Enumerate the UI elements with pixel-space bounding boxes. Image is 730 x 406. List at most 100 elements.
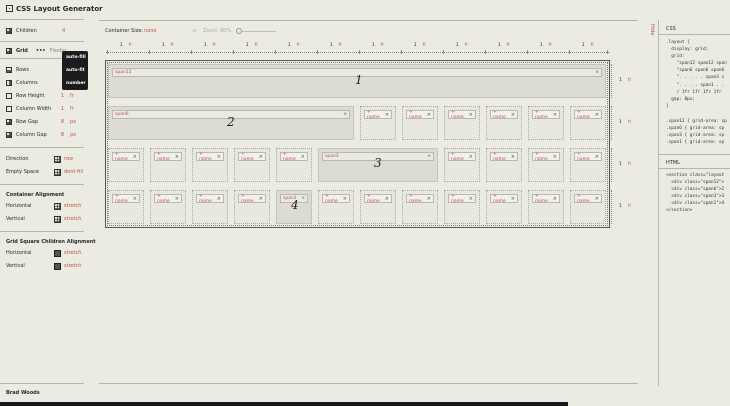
grid-cell[interactable]: + name ×: [108, 190, 144, 224]
add-name-button[interactable]: + name ×: [364, 194, 392, 204]
add-name-label[interactable]: + name: [241, 194, 259, 204]
add-name-label[interactable]: + name: [577, 194, 595, 204]
close-icon[interactable]: ×: [595, 154, 599, 160]
close-icon[interactable]: ×: [427, 154, 431, 159]
grid-item-name[interactable]: span6: [115, 112, 129, 117]
close-icon[interactable]: ×: [385, 112, 389, 118]
add-name-label[interactable]: + name: [493, 110, 511, 120]
row-size-unit[interactable]: fr: [628, 204, 631, 209]
grid-cell[interactable]: + name ×: [318, 190, 354, 224]
grid-cell[interactable]: + name ×: [528, 148, 564, 182]
column-size-unit[interactable]: fr: [507, 43, 510, 48]
row-height-value[interactable]: 1: [56, 93, 64, 99]
close-icon[interactable]: ×: [133, 154, 137, 160]
add-name-label[interactable]: + name: [367, 194, 385, 204]
children-vertical-control[interactable]: Vertical stretch: [6, 261, 84, 271]
column-width-value[interactable]: 1: [56, 106, 64, 112]
add-name-button[interactable]: + name ×: [196, 194, 224, 204]
grid-cell[interactable]: + name ×: [444, 190, 480, 224]
column-header-5[interactable]: 1 fr: [273, 43, 315, 48]
grid-cell[interactable]: + name ×: [570, 148, 606, 182]
add-name-button[interactable]: + name ×: [322, 194, 350, 204]
tab-grid[interactable]: Grid: [16, 48, 28, 54]
add-name-button[interactable]: + name ×: [490, 194, 518, 204]
add-name-label[interactable]: + name: [577, 152, 595, 162]
close-icon[interactable]: ×: [427, 112, 431, 118]
add-name-button[interactable]: + name ×: [238, 194, 266, 204]
empty-space-control[interactable]: Empty Space dont-fill: [6, 167, 84, 177]
children-control[interactable]: Children 4: [6, 27, 65, 35]
column-size-value[interactable]: 1: [414, 43, 417, 48]
column-size-value[interactable]: 1: [162, 43, 165, 48]
add-name-label[interactable]: + name: [199, 194, 217, 204]
children-value[interactable]: 4: [62, 28, 65, 34]
close-icon[interactable]: ×: [343, 196, 347, 202]
add-name-button[interactable]: + name ×: [196, 152, 224, 162]
grid-cell[interactable]: + name ×: [528, 106, 564, 140]
column-size-value[interactable]: 1: [288, 43, 291, 48]
column-header-12[interactable]: 1 fr: [567, 43, 609, 48]
grid-item-name[interactable]: span3: [325, 154, 339, 159]
column-header-1[interactable]: 1 fr: [105, 43, 147, 48]
close-icon[interactable]: ×: [301, 154, 305, 160]
hide-panel-button[interactable]: Hide: [649, 24, 655, 35]
direction-control[interactable]: Direction row: [6, 154, 84, 164]
grid-cell[interactable]: + name ×: [192, 148, 228, 182]
row-size-value[interactable]: 1: [619, 78, 622, 83]
add-name-label[interactable]: + name: [115, 194, 133, 204]
column-size-unit[interactable]: fr: [129, 43, 132, 48]
author-name[interactable]: Brad Woods: [6, 390, 40, 396]
column-width-unit[interactable]: fr: [70, 106, 74, 112]
close-icon[interactable]: ×: [175, 196, 179, 202]
grid-cell[interactable]: + name ×: [276, 148, 312, 182]
close-icon[interactable]: ×: [343, 112, 347, 117]
close-icon[interactable]: ×: [133, 196, 137, 202]
children-vertical-value[interactable]: stretch: [64, 263, 81, 269]
close-icon[interactable]: ×: [511, 154, 515, 160]
column-header-6[interactable]: 1 fr: [315, 43, 357, 48]
add-name-button[interactable]: + name ×: [532, 152, 560, 162]
add-name-button[interactable]: + name ×: [532, 110, 560, 120]
row-gap-unit[interactable]: px: [70, 119, 76, 125]
row-size-unit[interactable]: fr: [628, 78, 631, 83]
column-size-unit[interactable]: fr: [171, 43, 174, 48]
close-icon[interactable]: ×: [595, 112, 599, 118]
grid-cell[interactable]: + name ×: [486, 106, 522, 140]
grid-cell[interactable]: + name ×: [234, 148, 270, 182]
add-name-button[interactable]: + name ×: [238, 152, 266, 162]
close-icon[interactable]: ×: [175, 154, 179, 160]
column-size-value[interactable]: 1: [540, 43, 543, 48]
column-header-9[interactable]: 1 fr: [441, 43, 483, 48]
grid-cell[interactable]: + name ×: [150, 190, 186, 224]
grid-cell[interactable]: + name ×: [528, 190, 564, 224]
grid-cell[interactable]: + name ×: [360, 190, 396, 224]
column-header-7[interactable]: 1 fr: [357, 43, 399, 48]
column-size-value[interactable]: 1: [120, 43, 123, 48]
add-name-button[interactable]: + name ×: [490, 110, 518, 120]
column-size-unit[interactable]: fr: [213, 43, 216, 48]
add-name-button[interactable]: + name ×: [574, 194, 602, 204]
column-size-value[interactable]: 1: [330, 43, 333, 48]
column-size-value[interactable]: 1: [372, 43, 375, 48]
grid-item-name[interactable]: span12: [115, 70, 132, 75]
grid-cell[interactable]: + name ×: [444, 148, 480, 182]
children-horizontal-value[interactable]: stretch: [64, 250, 81, 256]
column-size-unit[interactable]: fr: [465, 43, 468, 48]
column-size-value[interactable]: 1: [204, 43, 207, 48]
add-name-button[interactable]: + name ×: [112, 152, 140, 162]
close-icon[interactable]: ×: [553, 196, 557, 202]
direction-value[interactable]: row: [64, 156, 73, 162]
add-name-label[interactable]: + name: [451, 194, 469, 204]
close-icon[interactable]: ×: [385, 196, 389, 202]
column-size-value[interactable]: 1: [582, 43, 585, 48]
grid-cell[interactable]: + name ×: [570, 106, 606, 140]
add-name-label[interactable]: + name: [409, 110, 427, 120]
row-header-3[interactable]: 1 fr: [619, 162, 631, 167]
container-horizontal-control[interactable]: Horizontal stretch: [6, 201, 84, 211]
grid-cell[interactable]: + name ×: [402, 106, 438, 140]
grid-cell[interactable]: + name ×: [150, 148, 186, 182]
close-icon[interactable]: ×: [553, 112, 557, 118]
add-name-label[interactable]: + name: [199, 152, 217, 162]
column-gap-value[interactable]: 8: [56, 132, 64, 138]
add-name-button[interactable]: + name ×: [532, 194, 560, 204]
